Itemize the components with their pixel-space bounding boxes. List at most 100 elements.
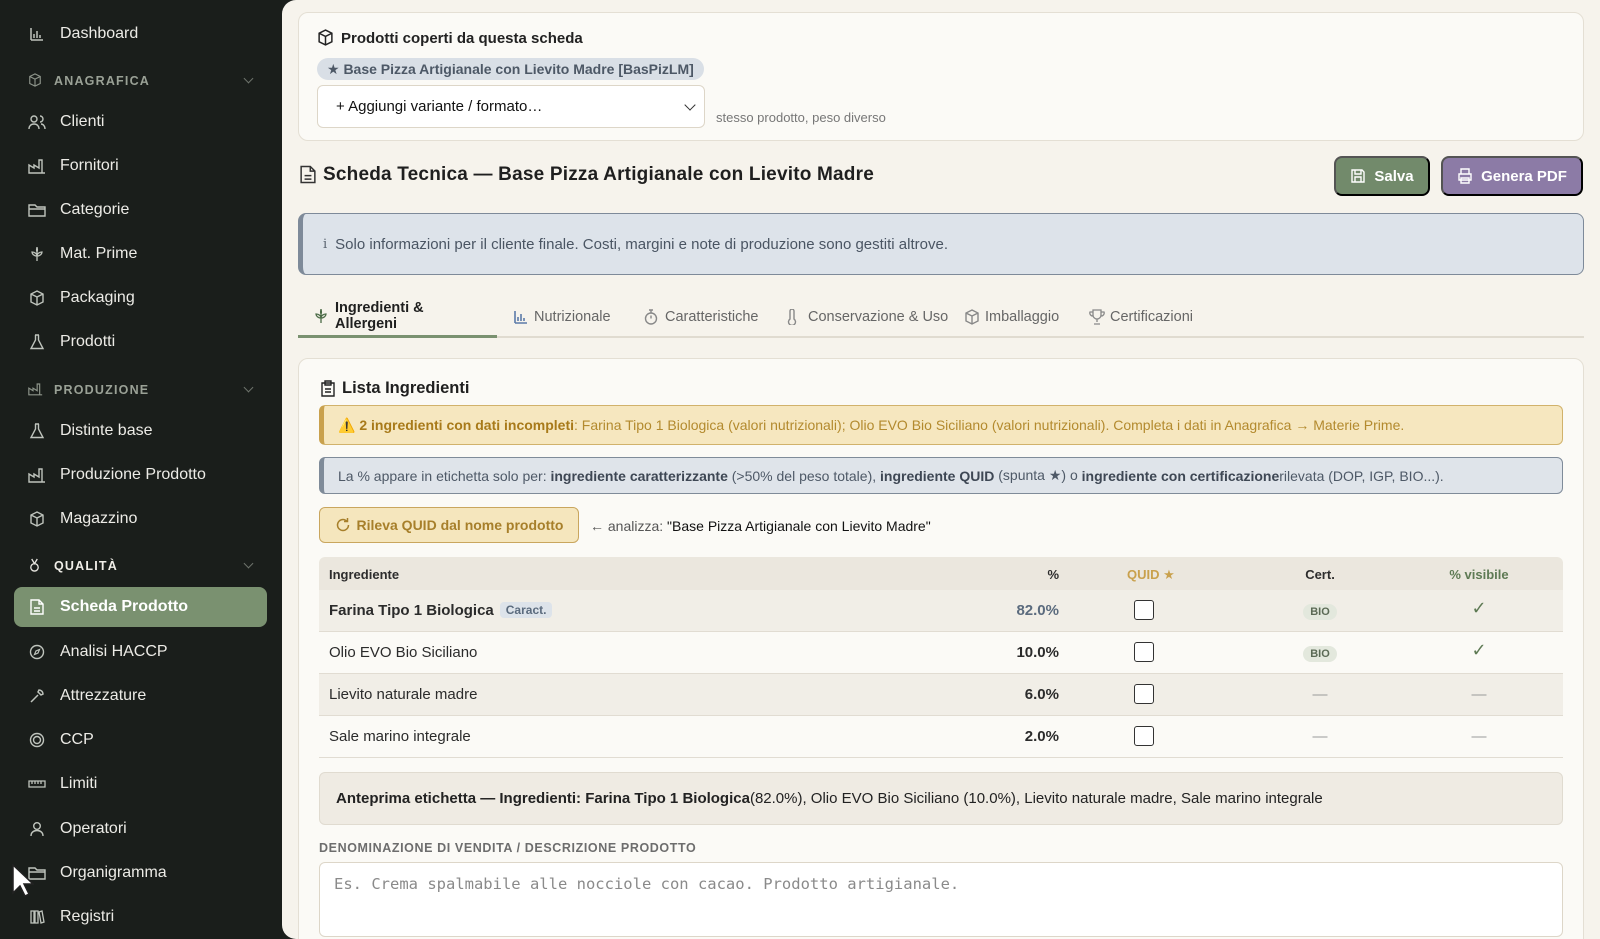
analyze-value: "Base Pizza Artigianale con Lievito Madr… [667,518,931,534]
tab-conservazione-uso[interactable]: Conservazione & Uso [771,296,964,338]
ingredient-cert: — [1312,728,1328,745]
col-percent[interactable]: % [1047,567,1059,582]
ingredient-cert: — [1312,686,1328,703]
thermometer-icon [787,308,801,327]
sidebar-item-prodotti[interactable]: Prodotti [14,322,267,362]
ruler-icon [28,775,46,793]
col-visible[interactable]: % visibile [1429,567,1529,582]
stopwatch-icon [644,309,658,325]
bar-chart-icon [513,309,527,325]
sidebar-item-clienti[interactable]: Clienti [14,102,267,142]
sidebar-item-label: Clienti [60,113,105,130]
page-title: Scheda Tecnica — Base Pizza Artigianale … [300,164,874,186]
box-icon [28,510,46,528]
quid-checkbox[interactable] [1134,684,1154,704]
col-cert[interactable]: Cert. [1285,567,1355,582]
variant-select[interactable]: + Aggiungi variante / formato… [317,85,705,128]
note-text: (>50% del peso totale), [731,467,877,484]
analyze-label: ← analizza: [590,518,668,534]
printer-icon [1457,168,1473,184]
factory-icon [28,382,44,398]
table-row[interactable]: Olio EVO Bio Siciliano 10.0% BIO ✓ [319,632,1563,674]
generate-pdf-button[interactable]: Genera PDF [1441,156,1583,196]
sidebar-item-registri[interactable]: Registri [14,897,267,937]
sidebar-item-scheda-prodotto[interactable]: Scheda Prodotto [14,587,267,627]
sidebar-item-label: Prodotti [60,333,116,350]
note-text: La % appare in etichetta solo per: [338,467,547,484]
tab-certificazioni[interactable]: Certificazioni [1073,296,1209,338]
quid-checkbox[interactable] [1134,726,1154,746]
warning-text: : Farina Tipo 1 Biologica (valori nutriz… [574,417,1405,433]
note-bold: ingrediente caratterizzante [550,467,728,484]
box-icon [964,309,979,325]
sidebar-item-categorie[interactable]: Categorie [14,190,267,230]
sidebar-item-magazzino[interactable]: Magazzino [14,499,267,539]
tab-bar: Ingredienti & Allergeni Nutrizionale Car… [298,296,1584,338]
users-icon [28,113,46,131]
sidebar-item-label: Operatori [60,820,127,837]
wrench-icon [28,687,46,705]
sidebar-item-ccp[interactable]: CCP [14,720,267,760]
analyze-target: ← analizza: "Base Pizza Artigianale con … [590,518,931,534]
table-row[interactable]: Farina Tipo 1 Biologica Caract. 82.0% BIO… [319,590,1563,632]
ingredient-visible: — [1471,686,1487,703]
sidebar-item-label: Magazzino [60,510,138,527]
info-banner: i Solo informazioni per il cliente final… [298,213,1584,275]
sidebar-item-limiti[interactable]: Limiti [14,764,267,804]
wheat-icon [314,308,328,324]
chevron-down-icon [243,382,254,393]
label-percent-note: La % appare in etichetta solo per: ingre… [319,457,1563,494]
table-row[interactable]: Lievito naturale madre 6.0% — — [319,674,1563,716]
section-label: PRODUZIONE [54,383,150,397]
products-card: Prodotti coperti da questa scheda ★ Base… [298,12,1584,141]
folder-icon [28,201,46,219]
page-title-text: Scheda Tecnica — Base Pizza Artigianale … [323,164,874,185]
col-quid[interactable]: QUID ★ [1127,567,1175,583]
description-textarea[interactable]: Es. Crema spalmabile alle nocciole con c… [319,862,1563,937]
sidebar-item-label: Mat. Prime [60,245,138,262]
factory-icon [28,157,46,175]
sidebar-item-attrezzature[interactable]: Attrezzature [14,676,267,716]
table-row[interactable]: Sale marino integrale 2.0% — — [319,716,1563,758]
tab-ingredienti-allergeni[interactable]: Ingredienti & Allergeni [298,296,497,338]
note-bold: ingrediente QUID [880,467,995,484]
section-qualita[interactable]: QUALITÀ [28,556,258,576]
ingredient-percent: 6.0% [1024,686,1059,703]
section-label: ANAGRAFICA [54,74,151,88]
chevron-down-icon [684,99,696,111]
sidebar-item-analisi-haccp[interactable]: Analisi HACCP [14,632,267,672]
detect-quid-button[interactable]: Rileva QUID dal nome prodotto [319,507,579,543]
note-text: rilevata (DOP, IGP, BIO...). [1279,467,1444,484]
sidebar-item-fornitori[interactable]: Fornitori [14,146,267,186]
section-anagrafica[interactable]: ANAGRAFICA [28,71,258,91]
variant-select-value: + Aggiungi variante / formato… [336,98,543,115]
sidebar-item-produzione-prodotto[interactable]: Produzione Prodotto [14,455,267,495]
sidebar-item-label: Packaging [60,289,135,306]
box-icon [28,289,46,307]
sidebar-item-packaging[interactable]: Packaging [14,278,267,318]
sidebar-item-mat-prime[interactable]: Mat. Prime [14,234,267,274]
sidebar-item-operatori[interactable]: Operatori [14,809,267,849]
sidebar-item-dashboard[interactable]: Dashboard [14,14,267,54]
note-text: (spunta ★) o [998,467,1078,483]
tab-caratteristiche[interactable]: Caratteristiche [628,296,774,338]
section-produzione[interactable]: PRODUZIONE [28,380,258,400]
sidebar-item-organigramma[interactable]: Organigramma [14,853,267,893]
ingredient-percent: 82.0% [1016,602,1059,619]
products-card-title: Prodotti coperti da questa scheda [317,29,583,47]
product-chip[interactable]: ★ Base Pizza Artigianale con Lievito Mad… [317,58,704,80]
quid-checkbox[interactable] [1134,642,1154,662]
books-icon [28,908,46,926]
sidebar-item-distinte-base[interactable]: Distinte base [14,411,267,451]
chevron-down-icon [243,73,254,84]
tab-nutrizionale[interactable]: Nutrizionale [497,296,627,338]
clipboard-icon [321,379,336,398]
sidebar-item-label: Scheda Prodotto [60,598,189,615]
quid-checkbox[interactable] [1134,600,1154,620]
sidebar-item-label: CCP [60,731,94,748]
save-button[interactable]: Salva [1334,156,1430,196]
col-ingrediente[interactable]: Ingrediente [329,567,399,582]
ingredient-name: Olio EVO Bio Siciliano [329,644,478,661]
tab-imballaggio[interactable]: Imballaggio [948,296,1075,338]
incomplete-data-warning: ⚠️ 2 ingredienti con dati incompleti : F… [319,405,1563,445]
